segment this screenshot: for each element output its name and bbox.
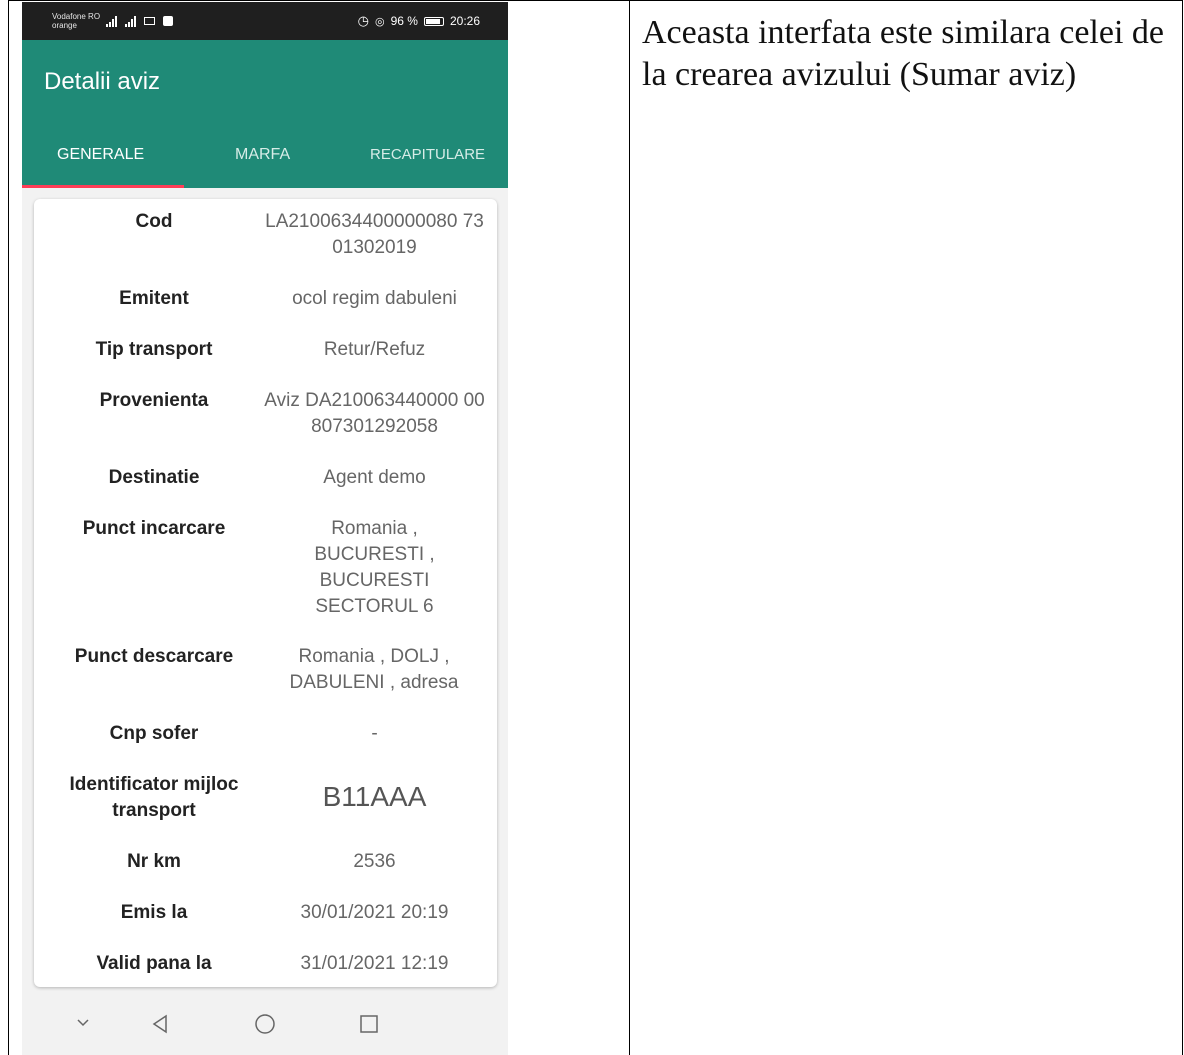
detail-value: ocol regim dabuleni: [292, 288, 457, 309]
detail-label: Provenienta: [99, 390, 209, 411]
details-card: Cod LA2100634400000080 7301302019 Emiten…: [34, 199, 497, 987]
carrier-info: Vodafone RO orange: [52, 12, 100, 30]
tab-bar: GENERALE MARFA RECAPITULARE: [22, 132, 508, 188]
back-icon[interactable]: [149, 1013, 171, 1040]
battery-icon: [423, 16, 444, 26]
detail-label: Valid pana la: [96, 953, 212, 974]
message-icon: [144, 17, 156, 25]
app-bar: Detalii aviz GENERALE MARFA RECAPITULARE: [22, 40, 508, 188]
signal-icon: [125, 15, 137, 27]
tab-generale[interactable]: GENERALE: [57, 146, 144, 164]
detail-value: Agent demo: [323, 467, 426, 488]
carrier-secondary: orange: [52, 21, 77, 30]
table-border-middle: [629, 0, 630, 1055]
detail-value: Retur/Refuz: [323, 339, 426, 360]
status-bar: Vodafone RO orange ◷ ◎ 96 % 20:26: [22, 2, 508, 40]
table-border-top: [8, 0, 1183, 1]
active-tab-indicator: [22, 185, 184, 188]
detail-label: Tip transport: [95, 339, 213, 360]
alarm-icon: ◷: [357, 13, 369, 28]
detail-label: Cod: [135, 211, 173, 232]
detail-value: Romania , BUCURESTI , BUCURESTI SECTORUL…: [314, 518, 435, 617]
detail-value: LA2100634400000080 7301302019: [265, 211, 484, 258]
detail-value: 2536: [353, 851, 396, 872]
detail-label: Identificator mijloc transport: [69, 774, 239, 821]
detail-label: Nr km: [127, 851, 181, 872]
phone-screenshot: Vodafone RO orange ◷ ◎ 96 % 20:26 Detali…: [22, 2, 508, 1055]
detail-value: B11AAA: [322, 781, 427, 812]
recent-apps-icon[interactable]: [358, 1013, 380, 1040]
page-title: Detalii aviz: [44, 68, 161, 95]
system-navigation-bar: [22, 995, 508, 1055]
detail-label: Emis la: [120, 902, 188, 923]
detail-label: Punct incarcare: [82, 518, 226, 539]
carrier-name: Vodafone RO: [52, 12, 101, 21]
detail-label: Punct descarcare: [74, 646, 234, 667]
detail-value: Romania , DOLJ , DABULENI , adresa: [289, 646, 459, 693]
detail-value: 30/01/2021 20:19: [300, 902, 449, 923]
home-icon[interactable]: [254, 1013, 276, 1040]
detail-value: 31/01/2021 12:19: [300, 953, 449, 974]
description-text: Aceasta interfata este similara celei de…: [642, 14, 1164, 93]
signal-icon: [106, 15, 118, 27]
tab-marfa[interactable]: MARFA: [235, 146, 290, 164]
chevron-down-icon[interactable]: [74, 1013, 92, 1036]
detail-label: Emitent: [119, 288, 189, 309]
table-border-left: [8, 0, 9, 1055]
app-notification-icon: [163, 16, 174, 26]
battery-percent: 96 %: [390, 14, 418, 28]
detail-label: Cnp sofer: [109, 723, 199, 744]
location-icon: ◎: [375, 15, 385, 28]
detail-value: -: [371, 723, 378, 744]
table-border-right: [1182, 0, 1183, 1055]
clock: 20:26: [449, 14, 480, 28]
tab-recapitulare[interactable]: RECAPITULARE: [370, 146, 485, 163]
detail-label: Destinatie: [108, 467, 200, 488]
detail-value: Aviz DA210063440000 00807301292058: [264, 390, 485, 437]
